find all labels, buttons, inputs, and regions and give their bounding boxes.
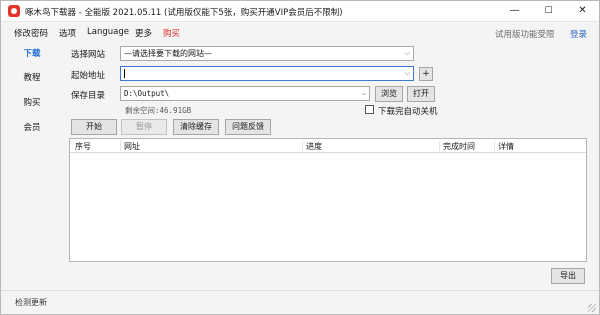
chevron-down-icon: ⌵ — [404, 49, 410, 57]
site-label: 选择网站 — [71, 50, 106, 60]
column-header-progress[interactable]: 进度 — [306, 141, 322, 152]
trial-limit-link[interactable]: 试用版功能受限 — [495, 28, 555, 40]
browse-button[interactable]: 浏览 — [375, 86, 403, 102]
free-space-text: 剩余空间:46.91GB — [125, 106, 192, 115]
start-url-label: 起始地址 — [71, 71, 106, 81]
login-link[interactable]: 登录 — [570, 28, 587, 40]
maximize-button[interactable]: ☐ — [532, 1, 565, 22]
resize-grip-icon[interactable] — [588, 304, 596, 312]
check-update-link[interactable]: 检测更新 — [15, 297, 47, 308]
menu-more[interactable]: 更多 — [135, 27, 152, 39]
column-divider[interactable] — [439, 141, 440, 151]
menu-language[interactable]: Language — [87, 27, 129, 37]
auto-shutdown-checkbox[interactable] — [365, 105, 374, 114]
auto-shutdown-label: 下载完自动关机 — [378, 107, 438, 117]
column-header-finish-time[interactable]: 完成时间 — [443, 141, 475, 152]
add-url-button[interactable]: + — [419, 67, 433, 81]
column-divider[interactable] — [120, 141, 121, 151]
app-window: 啄木鸟下载器 - 全能版 2021.05.11 (试用版仅能下5张，购买开通VI… — [0, 0, 600, 315]
save-dir-input[interactable]: D:\Output\ ⌵ — [120, 86, 370, 101]
save-dir-label: 保存目录 — [71, 91, 106, 101]
column-header-index[interactable]: 序号 — [75, 141, 91, 152]
pause-button[interactable]: 暂停 — [121, 119, 167, 135]
download-table[interactable]: 序号 网址 进度 完成时间 详情 — [69, 138, 587, 262]
window-title: 啄木鸟下载器 - 全能版 2021.05.11 (试用版仅能下5张，购买开通VI… — [25, 8, 343, 18]
feedback-button[interactable]: 问题反馈 — [225, 119, 271, 135]
save-dir-value: D:\Output\ — [124, 89, 170, 98]
start-url-input[interactable]: ⌵ — [120, 66, 414, 81]
clear-cache-button[interactable]: 清除缓存 — [173, 119, 219, 135]
chevron-down-icon: ⌵ — [361, 89, 366, 97]
sidebar: 下载 教程 购买 会员 — [1, 42, 63, 282]
column-header-details[interactable]: 详情 — [498, 141, 514, 152]
chevron-down-icon: ⌵ — [404, 69, 410, 77]
close-button[interactable]: ✕ — [566, 1, 599, 22]
title-bar[interactable]: 啄木鸟下载器 - 全能版 2021.05.11 (试用版仅能下5张，购买开通VI… — [1, 1, 599, 22]
column-divider[interactable] — [302, 141, 303, 151]
menu-options[interactable]: 选项 — [59, 27, 76, 39]
column-header-url[interactable]: 网址 — [124, 141, 140, 152]
menu-change-password[interactable]: 修改密码 — [14, 27, 48, 39]
table-header: 序号 网址 进度 完成时间 详情 — [70, 139, 586, 153]
app-logo-icon — [8, 5, 20, 17]
site-select[interactable]: —请选择要下载的网站— ⌵ — [120, 46, 414, 61]
text-caret — [124, 69, 125, 78]
site-select-value: —请选择要下载的网站— — [124, 49, 212, 58]
start-button[interactable]: 开始 — [71, 119, 117, 135]
status-bar: 检测更新 — [1, 290, 599, 314]
column-divider[interactable] — [494, 141, 495, 151]
export-button[interactable]: 导出 — [551, 268, 585, 284]
sidebar-item-purchase[interactable]: 购买 — [1, 93, 63, 113]
sidebar-item-member[interactable]: 会员 — [1, 118, 63, 138]
minimize-button[interactable]: — — [498, 1, 531, 22]
sidebar-item-tutorial[interactable]: 教程 — [1, 68, 63, 88]
sidebar-item-download[interactable]: 下载 — [1, 44, 63, 64]
open-folder-button[interactable]: 打开 — [407, 86, 435, 102]
menu-purchase[interactable]: 购买 — [163, 27, 180, 39]
